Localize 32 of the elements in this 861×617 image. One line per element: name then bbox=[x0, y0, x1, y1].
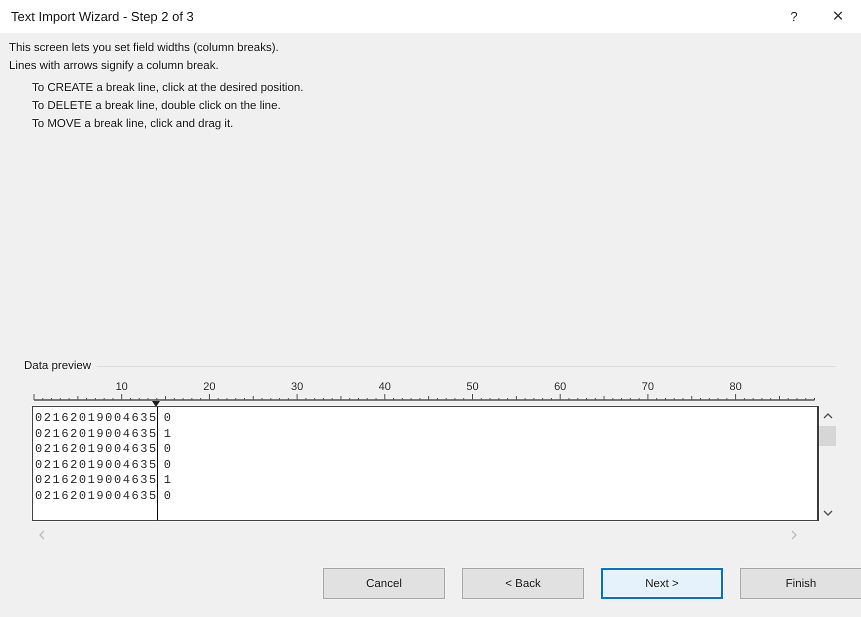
break-arrow-icon[interactable] bbox=[152, 399, 160, 407]
preview-cell-text: 02162019004635 bbox=[35, 473, 159, 488]
instruction-text: To MOVE a break line, click and drag it. bbox=[32, 117, 234, 132]
dialog-button[interactable]: Finish bbox=[740, 568, 861, 599]
preview-cell: 0 bbox=[164, 442, 173, 458]
intro-text: This screen lets you set field widths (column breaks). bbox=[9, 41, 280, 56]
preview-cell: 1 bbox=[164, 426, 173, 442]
help-button[interactable]: ? bbox=[779, 9, 809, 24]
close-button[interactable]: × bbox=[823, 6, 853, 28]
window-title: Text Import Wizard - Step 2 of 3 bbox=[11, 9, 195, 24]
column-ruler[interactable]: 10 20 30 40 50 60 70 80 bbox=[32, 376, 832, 406]
preview-cell-text: 02162019004635 bbox=[35, 488, 159, 504]
instruction-text: To CREATE a break line, click at the desired position. bbox=[32, 81, 304, 96]
scroll-down-icon[interactable] bbox=[822, 509, 832, 517]
dialog-button[interactable]: Next > bbox=[601, 568, 723, 599]
group-label: Data preview bbox=[24, 360, 92, 372]
dialog-button[interactable]: Cancel bbox=[323, 568, 445, 599]
scroll-left-icon[interactable] bbox=[38, 530, 46, 540]
preview-cell: 0 bbox=[164, 411, 173, 426]
scroll-up-icon[interactable] bbox=[822, 412, 832, 420]
intro-text: Lines with arrows signify a column break. bbox=[9, 59, 220, 74]
dialog-button[interactable]: < Back bbox=[462, 568, 584, 599]
scroll-thumb[interactable] bbox=[819, 426, 836, 446]
preview-cell-text: 02162019004635 bbox=[35, 442, 159, 458]
preview-cell-text: 02162019004635 bbox=[35, 426, 159, 442]
scroll-right-icon[interactable] bbox=[790, 530, 798, 540]
preview-cell: 0 bbox=[164, 488, 173, 504]
preview-cell-text: 02162019004635 bbox=[35, 411, 159, 426]
preview-cell: 1 bbox=[164, 473, 173, 488]
preview-cell: 0 bbox=[164, 458, 173, 473]
instruction-text: To DELETE a break line, double click on the line. bbox=[32, 99, 282, 114]
preview-cell-text: 02162019004635 bbox=[35, 458, 159, 473]
